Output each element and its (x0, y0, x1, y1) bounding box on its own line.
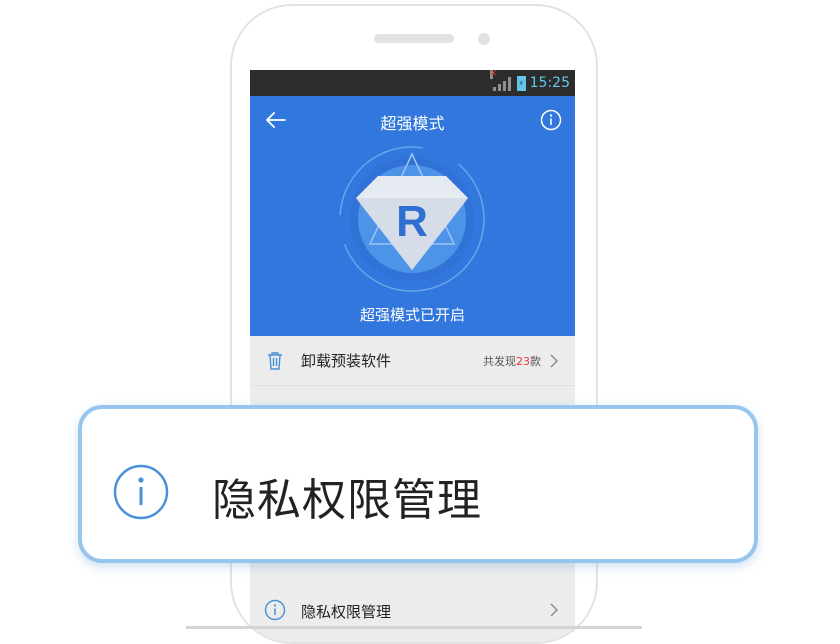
logo-letter: R (396, 197, 428, 246)
info-icon (113, 464, 169, 520)
status-time: 15:25 (529, 75, 570, 91)
list-item-label: 卸载预装软件 (301, 352, 392, 370)
phone-base-line (186, 626, 642, 629)
privacy-callout[interactable]: 隐私权限管理 (78, 405, 758, 563)
info-icon (264, 599, 286, 621)
mode-status-text: 超强模式已开启 (359, 306, 465, 324)
battery-icon: ⚡ (516, 75, 526, 91)
info-icon[interactable] (540, 109, 562, 131)
page-title: 超强模式 (380, 114, 445, 133)
phone-camera (478, 33, 490, 45)
list-item-uninstall[interactable]: 卸载预装软件 共发现23款 (250, 336, 575, 386)
chevron-right-icon (550, 354, 558, 367)
list-item-label: 隐私权限管理 (301, 603, 392, 621)
header: 超强模式 R 超强模式已开启 (250, 96, 575, 336)
chevron-right-icon (550, 603, 558, 617)
phone-speaker (374, 34, 454, 43)
signal-icon: ✕ (489, 70, 511, 91)
diamond-r-logo-icon: R (339, 146, 485, 292)
item-count: 共发现23款 (483, 354, 541, 368)
status-bar: ✕ ⚡ 15:25 (250, 70, 575, 96)
list-item-privacy[interactable]: 隐私权限管理 (250, 590, 575, 630)
callout-label: 隐私权限管理 (212, 475, 482, 526)
trash-icon (268, 351, 282, 370)
